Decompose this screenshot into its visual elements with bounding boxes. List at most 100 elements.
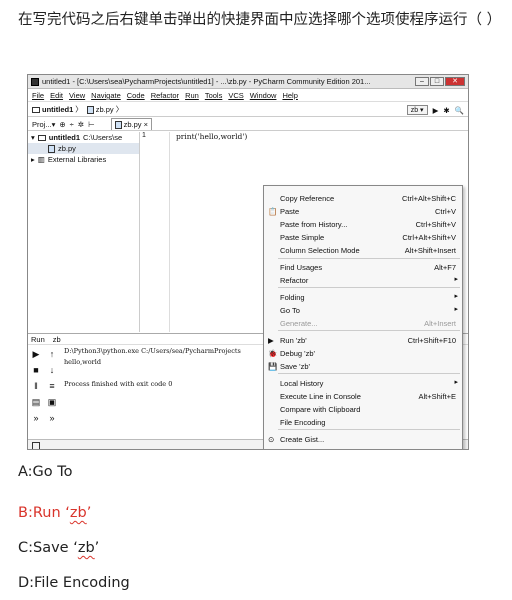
debug-icon[interactable]: ✱ bbox=[443, 106, 449, 115]
close-panel-icon[interactable]: » bbox=[28, 410, 44, 426]
menu-item-run-zb[interactable]: ▶ Run 'zb' Ctrl+Shift+F10 bbox=[264, 334, 462, 347]
console-line: Process finished with exit code 0 bbox=[64, 380, 173, 388]
menu-file[interactable]: File bbox=[32, 91, 44, 100]
expand-icon[interactable]: ▸ bbox=[31, 155, 35, 164]
run-config-select[interactable]: zb ▾ bbox=[406, 105, 428, 115]
submenu-arrow-icon: ▸ bbox=[454, 293, 458, 300]
run-toolbar: ▶ ↑ ■ ↓ ‖ ≡ ▤ ▣ » » bbox=[28, 346, 60, 442]
menu-item-label: Local History bbox=[280, 379, 324, 388]
menu-item-file-encoding[interactable]: File Encoding bbox=[264, 416, 462, 429]
run-panel-config[interactable]: zb bbox=[53, 335, 61, 344]
menu-item-shortcut: Ctrl+Alt+Shift+V bbox=[402, 233, 456, 242]
menu-item-shortcut: Ctrl+Shift+V bbox=[415, 220, 456, 229]
gear-icon[interactable]: ✲ bbox=[78, 120, 84, 129]
menu-item-column-selection-mode[interactable]: Column Selection Mode Alt+Shift+Insert bbox=[264, 244, 462, 257]
nav-project[interactable]: untitled1 〉 bbox=[32, 104, 83, 115]
pause-icon[interactable]: ‖ bbox=[28, 378, 44, 394]
line-gutter: 1 bbox=[140, 132, 170, 332]
menu-item-save-zb[interactable]: 💾 Save 'zb' bbox=[264, 360, 462, 373]
menu-item-shortcut: Alt+Insert bbox=[424, 319, 456, 328]
menu-window[interactable]: Window bbox=[250, 91, 277, 100]
menu-item-paste[interactable]: 📋 Paste Ctrl+V bbox=[264, 205, 462, 218]
menu-item-generate[interactable]: Generate... Alt+Insert bbox=[264, 317, 462, 330]
project-view-select[interactable]: Proj...▾ bbox=[32, 120, 55, 129]
option-a[interactable]: A:Go To bbox=[18, 462, 73, 482]
pycharm-icon bbox=[31, 77, 39, 86]
menu-item-find-usages[interactable]: Find Usages Alt+F7 bbox=[264, 261, 462, 274]
menu-item-label: Paste Simple bbox=[280, 233, 325, 242]
menu-item-compare-with-clipboard[interactable]: Compare with Clipboard bbox=[264, 403, 462, 416]
chevron-right-icon: 〉 bbox=[115, 105, 124, 114]
chevron-right-icon: 〉 bbox=[75, 105, 83, 114]
console-line: hello,world bbox=[64, 358, 101, 366]
option-c[interactable]: C:Save ‘zb’ bbox=[18, 538, 99, 558]
wrap-icon[interactable]: ≡ bbox=[44, 378, 60, 394]
menu-item-refactor[interactable]: Refactor ▸ bbox=[264, 274, 462, 287]
navigation-bar: untitled1 〉 zb.py 〉 zb ▾ ▶ ✱ 🔍 bbox=[28, 103, 468, 117]
minimize-button[interactable]: – bbox=[415, 77, 429, 86]
menu-item-label: Debug 'zb' bbox=[280, 349, 315, 358]
menu-item-paste-simple[interactable]: Paste Simple Ctrl+Alt+Shift+V bbox=[264, 231, 462, 244]
menu-separator bbox=[278, 287, 460, 288]
menu-vcs[interactable]: VCS bbox=[228, 91, 243, 100]
menu-item-paste-from-history[interactable]: Paste from History... Ctrl+Shift+V bbox=[264, 218, 462, 231]
editor-tab-zb[interactable]: zb.py × bbox=[110, 118, 153, 130]
menu-item-local-history[interactable]: Local History ▸ bbox=[264, 377, 462, 390]
menu-item-shortcut: Alt+Shift+E bbox=[418, 392, 456, 401]
menu-item-create-gist[interactable]: ⊙ Create Gist... bbox=[264, 433, 462, 446]
menu-code[interactable]: Code bbox=[127, 91, 145, 100]
menu-tools[interactable]: Tools bbox=[205, 91, 223, 100]
stop-icon[interactable]: ■ bbox=[28, 362, 44, 378]
console-output: D:\Python3\python.exe C:/Users/sea/Pycha… bbox=[64, 346, 264, 390]
toggle-panels-icon[interactable] bbox=[32, 442, 40, 449]
option-d[interactable]: D:File Encoding bbox=[18, 573, 130, 593]
submenu-arrow-icon: ▸ bbox=[454, 276, 458, 283]
menu-separator bbox=[278, 330, 460, 331]
folder-icon bbox=[37, 134, 46, 141]
menu-item-shortcut: Ctrl+Alt+Shift+C bbox=[402, 194, 456, 203]
menu-view[interactable]: View bbox=[69, 91, 85, 100]
menu-item-label: Refactor bbox=[280, 276, 309, 285]
paste-icon: 📋 bbox=[268, 207, 278, 216]
python-file-icon bbox=[114, 120, 122, 129]
tree-item-libs[interactable]: ▸ ▥ External Libraries bbox=[28, 154, 139, 165]
menu-item-folding[interactable]: Folding ▸ bbox=[264, 291, 462, 304]
menu-item-execute-line-in-console[interactable]: Execute Line in Console Alt+Shift+E bbox=[264, 390, 462, 403]
console-line: D:\Python3\python.exe C:/Users/sea/Pycha… bbox=[64, 347, 241, 355]
menu-help[interactable]: Help bbox=[282, 91, 297, 100]
menu-item-label: Execute Line in Console bbox=[280, 392, 361, 401]
hide-icon[interactable]: ⊢ bbox=[88, 120, 95, 129]
tree-item-root[interactable]: ▾ untitled1 C:\Users\se bbox=[28, 132, 139, 143]
more-icon[interactable]: » bbox=[44, 410, 60, 426]
menu-item-go-to[interactable]: Go To ▸ bbox=[264, 304, 462, 317]
menu-item-label: File Encoding bbox=[280, 418, 326, 427]
close-button[interactable]: ✕ bbox=[445, 77, 465, 86]
expand-icon[interactable]: ▾ bbox=[31, 133, 35, 142]
title-bar: untitled1 - [C:\Users\sea\PycharmProject… bbox=[28, 75, 468, 89]
maximize-button[interactable]: □ bbox=[430, 77, 444, 86]
menu-item-copy-reference[interactable]: Copy Reference Ctrl+Alt+Shift+C bbox=[264, 192, 462, 205]
sync-icon[interactable]: ⊕ bbox=[59, 120, 65, 129]
question-text: 在写完代码之后右键单击弹出的快捷界面中应选择哪个选项使程序运行（ ） bbox=[18, 12, 502, 28]
tool-strip: Proj...▾ ⊕ ÷ ✲ ⊢ zb.py × bbox=[28, 118, 468, 131]
collapse-icon[interactable]: ÷ bbox=[70, 120, 74, 129]
menu-item-debug-zb[interactable]: 🐞 Debug 'zb' bbox=[264, 347, 462, 360]
menu-item-shortcut: Alt+F7 bbox=[434, 263, 456, 272]
run-icon[interactable]: ▶ bbox=[433, 106, 439, 115]
python-file-icon bbox=[86, 105, 94, 114]
print-icon[interactable]: ▤ bbox=[28, 394, 44, 410]
menu-refactor[interactable]: Refactor bbox=[151, 91, 179, 100]
down-icon[interactable]: ↓ bbox=[44, 362, 60, 378]
project-tree: ▾ untitled1 C:\Users\se zb.py ▸ ▥ Extern… bbox=[28, 132, 140, 332]
clear-icon[interactable]: ▣ bbox=[44, 394, 60, 410]
menu-edit[interactable]: Edit bbox=[50, 91, 63, 100]
search-icon[interactable]: 🔍 bbox=[455, 106, 464, 115]
menu-item-label: Generate... bbox=[280, 319, 318, 328]
nav-file[interactable]: zb.py 〉 bbox=[86, 104, 124, 115]
tree-item-file[interactable]: zb.py bbox=[28, 143, 139, 154]
menu-navigate[interactable]: Navigate bbox=[91, 91, 121, 100]
up-icon[interactable]: ↑ bbox=[44, 346, 60, 362]
rerun-icon[interactable]: ▶ bbox=[28, 346, 44, 362]
menu-run[interactable]: Run bbox=[185, 91, 199, 100]
option-b[interactable]: B:Run ‘zb’ bbox=[18, 503, 91, 523]
